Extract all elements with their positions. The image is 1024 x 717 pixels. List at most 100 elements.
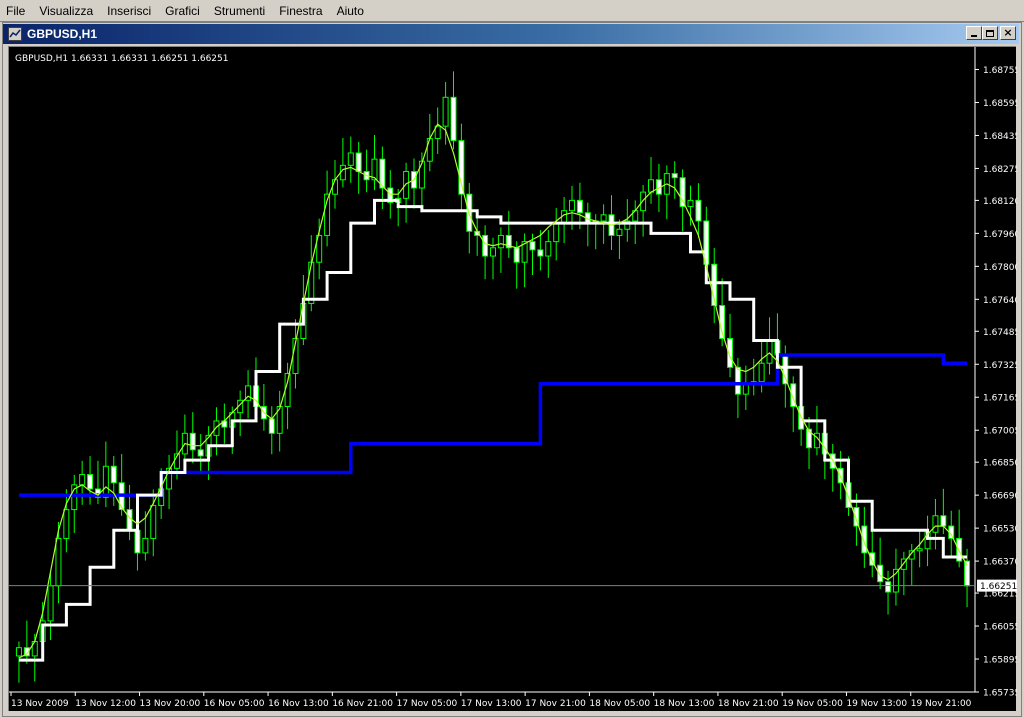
candle-body-bear [940,515,947,527]
chart-info-text: GBPUSD,H1 1.66331 1.66331 1.66251 1.6625… [15,54,228,64]
y-tick-label: 1.67325 [983,361,1017,371]
x-tick-label: 19 Nov 21:00 [911,699,972,709]
x-tick-label: 13 Nov 2009 [11,699,69,709]
menu-help[interactable]: Aiuto [331,0,372,22]
candle-body-bear [197,449,204,457]
y-tick-label: 1.66055 [983,623,1017,633]
x-tick-label: 18 Nov 13:00 [654,699,715,709]
y-tick-label: 1.65895 [983,656,1017,666]
candle-body-bull [308,261,315,304]
candle-body-bull [55,537,62,587]
candle-body-bull [916,548,923,552]
candle-body-bull [142,537,149,554]
candle-body-bull [63,509,70,539]
chart-icon [7,26,23,42]
y-tick-label: 1.67485 [983,328,1017,338]
candle-body-bear [87,474,94,490]
candle-body-bull [213,420,220,436]
x-tick-label: 16 Nov 21:00 [332,699,393,709]
x-tick-label: 17 Nov 13:00 [461,699,522,709]
candle-body-bull [932,515,939,533]
y-tick-label: 1.68755 [983,66,1017,76]
y-tick-label: 1.68435 [983,132,1017,142]
y-tick-label: 1.68595 [983,99,1017,109]
candle-body-bear [189,432,196,451]
candle-body-bear [134,529,141,554]
app-window: File Visualizza Inserisci Grafici Strume… [0,0,1024,717]
candle-body-bear [671,173,678,179]
close-icon: × [1003,26,1013,39]
candle-body-bull [284,373,291,408]
x-tick-label: 17 Nov 21:00 [525,699,586,709]
candle-body-bull [15,647,22,657]
candle-body-bull [102,465,109,498]
candle-body-bull [545,241,552,257]
y-tick-label: 1.68120 [983,197,1017,207]
candle-body-bull [331,179,338,195]
candle-body-bull [47,585,54,622]
candle-body-bull [616,228,623,236]
menu-tools[interactable]: Strumenti [208,0,273,22]
menu-bar: File Visualizza Inserisci Grafici Strume… [0,0,1024,22]
candle-body-bear [885,581,892,593]
candle-body-bull [79,474,86,486]
menu-file[interactable]: File [0,0,33,22]
y-tick-label: 1.66850 [983,459,1017,469]
candle-body-bull [150,504,157,539]
candle-body-bear [695,199,702,222]
candle-body-bear [537,249,544,257]
candle-body-bear [734,366,741,395]
candle-body-bear [679,177,686,208]
menu-insert[interactable]: Inserisci [101,0,159,22]
y-tick-label: 1.66690 [983,492,1017,502]
minimize-button[interactable] [966,26,982,40]
y-tick-label: 1.67640 [983,296,1017,306]
candle-body-bull [553,222,560,243]
y-tick-label: 1.67800 [983,263,1017,273]
chart-area[interactable]: 1.68755 1.68595 1.68435 1.68275 1.68120 1.679… [8,46,1017,712]
menu-view[interactable]: Visualizza [33,0,101,22]
x-tick-label: 18 Nov 21:00 [718,699,779,709]
maximize-button[interactable] [982,26,998,40]
x-tick-label: 16 Nov 05:00 [204,699,265,709]
candle-body-bull [426,138,433,162]
y-tick-label: 1.66370 [983,558,1017,568]
candle-body-bull [347,152,354,166]
candle-body-bull [766,340,773,364]
y-tick-label: 1.66530 [983,525,1017,535]
menu-charts[interactable]: Grafici [159,0,208,22]
y-tick-label: 1.67960 [983,230,1017,240]
candle-body-bear [513,247,520,263]
minimize-icon [971,35,977,37]
candle-body-bull [490,247,496,257]
candle-body-bull [758,362,765,383]
y-tick-label: 1.68275 [983,165,1017,175]
candle-body-bull [640,191,647,212]
candle-body-bull [442,96,449,127]
candle-body-bull [600,214,607,222]
y-tick-label: 1.67165 [983,394,1017,404]
price-chart[interactable]: 1.68755 1.68595 1.68435 1.68275 1.68120 1.679… [9,47,1017,712]
x-tick-label: 13 Nov 20:00 [140,699,201,709]
current-price-label: 1.66251 [980,582,1017,592]
candle-body-bull [403,171,410,199]
chart-window-titlebar[interactable]: GBPUSD,H1 [3,24,1019,44]
candle-body-bear [110,465,117,484]
candle-body-bull [687,199,694,208]
x-tick-label: 13 Nov 12:00 [75,699,136,709]
candle-body-bear [576,199,583,214]
chart-window-title: GBPUSD,H1 [27,27,98,41]
x-tick-label: 19 Nov 13:00 [846,699,907,709]
candle-body-bear [355,152,362,173]
close-button[interactable]: × [1000,26,1016,40]
x-tick-label: 18 Nov 05:00 [589,699,650,709]
menu-window[interactable]: Finestra [273,0,330,22]
x-tick-label: 16 Nov 13:00 [268,699,329,709]
candle-body-bear [782,354,789,385]
y-tick-label: 1.65735 [983,689,1017,699]
candle-body-bear [268,418,275,434]
moving-average-line [18,123,968,659]
candle-body-bull [497,234,504,249]
candle-body-bear [482,234,489,257]
x-tick-label: 17 Nov 05:00 [397,699,458,709]
